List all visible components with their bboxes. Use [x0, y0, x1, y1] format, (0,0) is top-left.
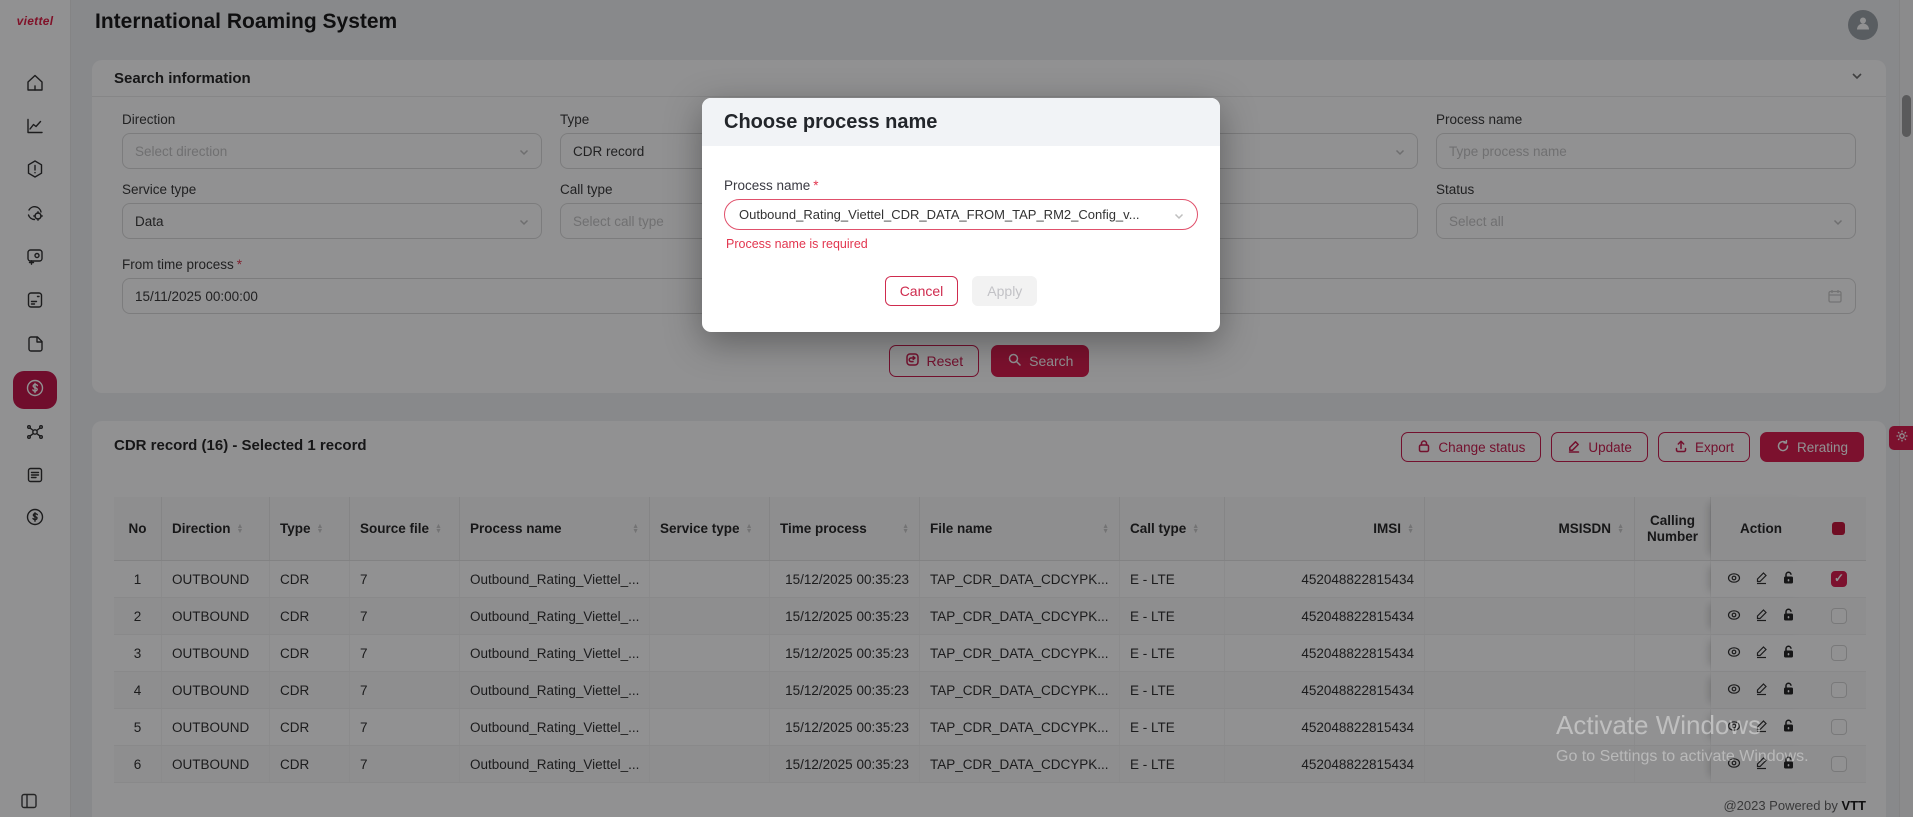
- modal-field-label: Process name: [724, 178, 810, 193]
- modal-apply-button[interactable]: Apply: [972, 276, 1037, 306]
- modal-error-message: Process name is required: [726, 237, 868, 251]
- modal-cancel-button[interactable]: Cancel: [885, 276, 959, 306]
- choose-process-modal: Choose process name Process name* Outbou…: [702, 98, 1220, 332]
- app-window: viettel: [0, 0, 1913, 817]
- modal-title: Choose process name: [724, 111, 937, 134]
- modal-process-select[interactable]: Outbound_Rating_Viettel_CDR_DATA_FROM_TA…: [724, 199, 1198, 230]
- chevron-down-icon: [1173, 210, 1185, 225]
- required-asterisk: *: [813, 178, 818, 193]
